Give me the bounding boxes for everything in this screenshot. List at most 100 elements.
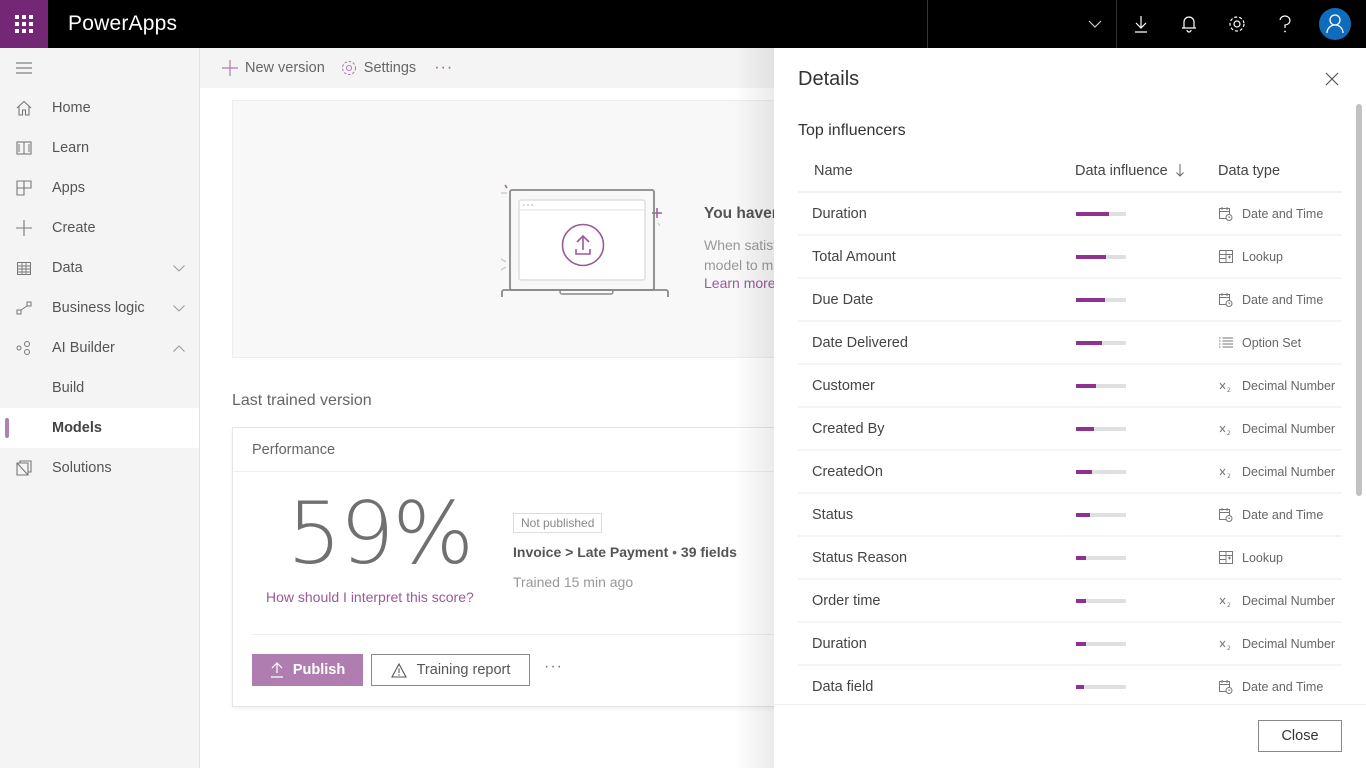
model-path: Invoice > Late Payment [513, 544, 669, 560]
bell-icon [1182, 16, 1196, 33]
influence-cell [1075, 555, 1218, 560]
sidebar-item-ai-builder[interactable]: AI Builder [0, 328, 199, 368]
model-info: Invoice > Late Payment • 39 fields [513, 544, 737, 560]
influence-bar [1076, 684, 1126, 689]
settings-button[interactable] [1213, 0, 1261, 48]
arrow-down-icon [1175, 164, 1184, 177]
avatar-icon [1326, 14, 1344, 34]
influence-cell [1075, 469, 1218, 474]
influence-bar [1076, 598, 1126, 603]
table-row[interactable]: Due Date Date and Time [798, 279, 1342, 322]
influencers-table: Name Data influence Data type Duration Da… [798, 150, 1342, 704]
data-type-label: Date and Time [1242, 206, 1324, 221]
more-actions-button[interactable]: ··· [544, 658, 563, 676]
notifications-button[interactable] [1165, 0, 1213, 48]
influencer-name: Order time [812, 592, 881, 609]
influencer-name: CreatedOn [812, 463, 883, 480]
influence-bar-fill [1076, 340, 1102, 345]
influence-cell [1075, 383, 1218, 388]
sidebar-item-data[interactable]: Data [0, 248, 199, 288]
publish-button[interactable]: Publish [252, 654, 363, 686]
influence-bar [1076, 512, 1126, 517]
table-row[interactable]: Status Date and Time [798, 494, 1342, 537]
sidebar-item-label: Apps [52, 180, 86, 196]
new-version-button[interactable]: New version [222, 60, 325, 76]
table-row[interactable]: CreatedOn 2 Decimal Number [798, 451, 1342, 494]
decimal-icon: 2 [1218, 379, 1234, 393]
table-row[interactable]: Duration 2 Decimal Number [798, 623, 1342, 666]
sidebar-item-create[interactable]: Create [0, 208, 199, 248]
table-header: Name Data influence Data type [798, 150, 1342, 193]
table-row[interactable]: Data field Date and Time [798, 666, 1342, 704]
performance-card: Performance 59% How should I interpret t… [232, 427, 832, 707]
sidebar-item-build[interactable]: Build [0, 368, 199, 408]
data-type-label: Option Set [1242, 335, 1302, 350]
sidebar-item-solutions[interactable]: Solutions [0, 448, 199, 488]
column-header-name[interactable]: Name [798, 163, 1075, 179]
influence-cell [1075, 340, 1218, 345]
panel-scrollbar[interactable] [1356, 104, 1362, 496]
book-icon [16, 141, 32, 155]
data-type-cell: 2 Decimal Number [1218, 594, 1342, 608]
close-button[interactable]: Close [1258, 720, 1342, 752]
publish-label: Publish [292, 662, 346, 678]
home-icon [16, 100, 32, 116]
column-header-label: Data influence [1075, 162, 1168, 179]
app-launcher-button[interactable] [0, 0, 48, 48]
table-row[interactable]: Total Amount Lookup [798, 236, 1342, 279]
data-type-label: Decimal Number [1242, 421, 1336, 436]
influence-bar-fill [1076, 469, 1092, 474]
influence-cell [1075, 297, 1218, 302]
solutions-icon [16, 460, 32, 476]
data-type-cell: Option Set [1218, 336, 1342, 350]
sidebar-item-business-logic[interactable]: Business logic [0, 288, 199, 328]
account-button[interactable] [1309, 0, 1357, 48]
data-type-cell: 2 Decimal Number [1218, 422, 1342, 436]
card-title: Performance [233, 428, 831, 472]
influence-bar [1076, 426, 1126, 431]
table-row[interactable]: Order time 2 Decimal Number [798, 580, 1342, 623]
environment-selector[interactable] [927, 0, 1117, 48]
table-row[interactable]: Status Reason Lookup [798, 537, 1342, 580]
laptop-upload-illustration [500, 184, 669, 297]
decimal-icon: 2 [1218, 637, 1234, 651]
influencer-name: Date Delivered [812, 334, 908, 351]
data-type-cell: Date and Time [1218, 292, 1342, 307]
influence-bar-fill [1076, 512, 1090, 517]
influence-bar [1076, 641, 1126, 646]
help-button[interactable] [1261, 0, 1309, 48]
interpret-score-link[interactable]: How should I interpret this score? [266, 589, 474, 605]
section-title: Last trained version [232, 392, 372, 409]
data-type-cell: Date and Time [1218, 206, 1342, 221]
influence-bar [1076, 555, 1126, 560]
column-header-type[interactable]: Data type [1218, 163, 1342, 179]
influence-bar-fill [1076, 684, 1084, 689]
table-row[interactable]: Created By 2 Decimal Number [798, 408, 1342, 451]
learn-more-link[interactable]: Learn more [704, 275, 776, 291]
performance-score: 59% [287, 484, 474, 584]
settings-button[interactable]: Settings [341, 60, 416, 76]
collapse-nav-button[interactable] [0, 48, 199, 88]
table-row[interactable]: Customer 2 Decimal Number [798, 365, 1342, 408]
influence-bar [1076, 211, 1126, 216]
close-icon [1325, 72, 1339, 86]
data-type-cell: Date and Time [1218, 679, 1342, 694]
training-report-button[interactable]: Training report [371, 654, 530, 686]
table-row[interactable]: Duration Date and Time [798, 193, 1342, 236]
sidebar-item-label: Learn [52, 140, 90, 156]
sidebar-item-home[interactable]: Home [0, 88, 199, 128]
flow-icon [16, 301, 32, 315]
status-badge: Not published [513, 513, 603, 533]
sidebar-item-models[interactable]: Models [0, 408, 199, 448]
sidebar-item-learn[interactable]: Learn [0, 128, 199, 168]
column-header-influence[interactable]: Data influence [1075, 163, 1218, 179]
svg-text:2: 2 [1227, 430, 1231, 436]
table-row[interactable]: Date Delivered Option Set [798, 322, 1342, 365]
calendar-clock-icon [1218, 679, 1234, 694]
download-button[interactable] [1117, 0, 1165, 48]
sidebar-item-apps[interactable]: Apps [0, 168, 199, 208]
more-commands-button[interactable]: ··· [434, 59, 453, 77]
warning-icon [390, 662, 407, 678]
influence-bar [1076, 383, 1126, 388]
close-panel-button[interactable] [1325, 72, 1341, 88]
